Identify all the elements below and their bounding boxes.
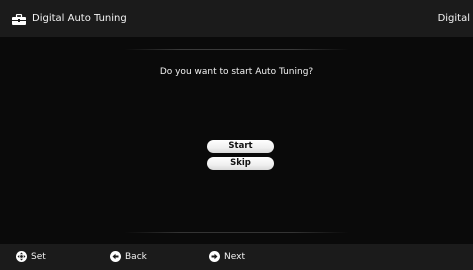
footer-set-label: Set	[31, 252, 46, 262]
divider-top	[124, 49, 349, 50]
footer-back-hint[interactable]: Back	[110, 251, 160, 263]
dialog-question: Do you want to start Auto Tuning?	[159, 67, 314, 77]
input-source-label: Digital	[437, 13, 470, 24]
divider-bottom	[124, 232, 349, 233]
footer-bar: Set Back Next	[0, 244, 473, 270]
dialog-area: Do you want to start Auto Tuning? Start …	[0, 37, 473, 244]
footer-next-hint[interactable]: Next	[209, 251, 259, 263]
start-button[interactable]: Start	[207, 140, 274, 153]
header-bar: Digital Auto Tuning Digital	[0, 0, 473, 37]
next-arrow-icon	[209, 251, 220, 262]
footer-set-hint[interactable]: Set	[16, 251, 56, 263]
toolbox-icon	[12, 14, 26, 25]
footer-back-label: Back	[125, 252, 147, 262]
page-title: Digital Auto Tuning	[32, 13, 127, 24]
dpad-center-icon	[16, 251, 27, 262]
footer-next-label: Next	[224, 252, 245, 262]
skip-button[interactable]: Skip	[207, 157, 274, 170]
tv-settings-screen: Digital Auto Tuning Digital Do you want …	[0, 0, 473, 270]
back-arrow-icon	[110, 251, 121, 262]
